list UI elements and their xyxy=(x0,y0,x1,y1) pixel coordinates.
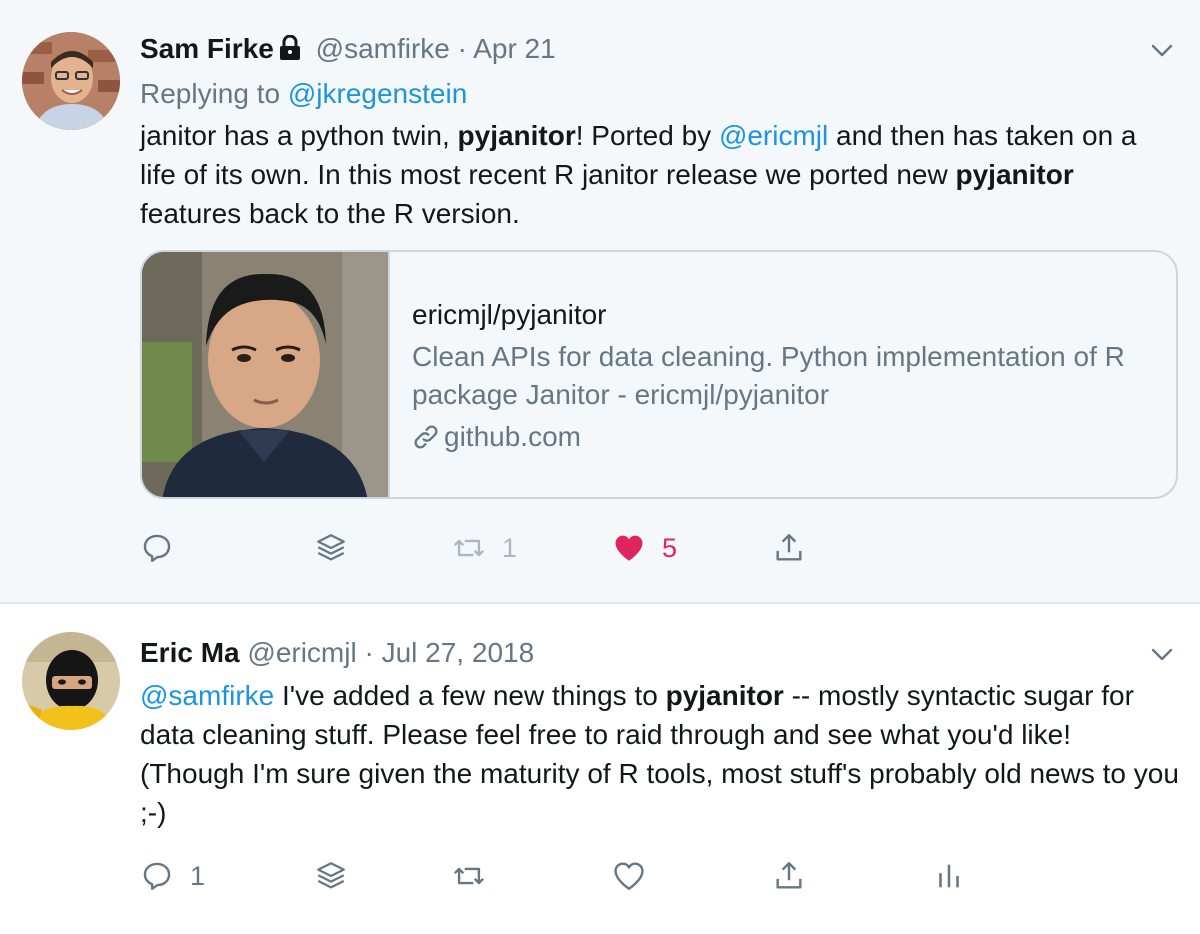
share-button[interactable] xyxy=(772,528,806,568)
lock-icon xyxy=(278,34,302,69)
retweet-button[interactable] xyxy=(452,856,502,896)
link-icon xyxy=(412,421,444,452)
tweet-actions: 1 5 xyxy=(140,528,1180,568)
reply-icon xyxy=(143,534,171,562)
like-button[interactable] xyxy=(612,856,662,896)
tweet-text: janitor has a python twin, pyjanitor! Po… xyxy=(140,116,1180,233)
author-handle[interactable]: @ericmjl xyxy=(247,637,356,668)
tweet-text: @samfirke I've added a few new things to… xyxy=(140,676,1180,832)
text-segment: I've added a few new things to xyxy=(274,680,666,711)
mention-link[interactable]: @ericmjl xyxy=(719,120,828,151)
like-button[interactable]: 5 xyxy=(612,528,677,568)
share-icon xyxy=(776,862,802,889)
separator-dot: · xyxy=(364,637,374,668)
heart-filled-icon xyxy=(615,535,643,561)
bold-text: pyjanitor xyxy=(665,680,784,711)
bold-text: pyjanitor xyxy=(955,159,1074,190)
share-button[interactable] xyxy=(772,856,806,896)
author-handle[interactable]: @samfirke xyxy=(316,33,450,64)
analytics-button[interactable] xyxy=(932,856,966,896)
retweet-count: 1 xyxy=(502,532,518,563)
bold-text: pyjanitor xyxy=(457,120,576,151)
tweet-date[interactable]: Jul 27, 2018 xyxy=(382,637,535,668)
mention-link[interactable]: @samfirke xyxy=(140,680,274,711)
card-image xyxy=(142,252,390,497)
card-domain: github.com xyxy=(412,418,581,456)
avatar-eric-ma[interactable] xyxy=(22,632,120,730)
card-domain-text: github.com xyxy=(444,421,581,452)
tweet-actions: 1 xyxy=(140,856,1180,896)
author-name[interactable]: Sam Firke xyxy=(140,33,274,64)
author-name[interactable]: Eric Ma xyxy=(140,637,240,668)
text-segment: ! Ported by xyxy=(575,120,719,151)
reply-button[interactable] xyxy=(140,528,190,568)
chevron-down-icon[interactable] xyxy=(1150,642,1174,666)
text-segment: features back to the R version. xyxy=(140,198,520,229)
layers-icon xyxy=(317,862,345,889)
thread-button[interactable] xyxy=(314,528,348,568)
heart-icon xyxy=(614,862,644,890)
replying-to: Replying to @jkregenstein xyxy=(140,77,467,111)
avatar-sam-firke[interactable] xyxy=(22,32,120,130)
link-card[interactable]: ericmjl/pyjanitor Clean APIs for data cl… xyxy=(140,250,1178,499)
retweet-icon xyxy=(453,539,485,557)
reply-button[interactable]: 1 xyxy=(140,856,205,896)
tweet-date[interactable]: Apr 21 xyxy=(473,33,556,64)
replying-to-link[interactable]: @jkregenstein xyxy=(288,78,467,109)
layers-icon xyxy=(317,534,345,561)
thread-button[interactable] xyxy=(314,856,348,896)
tweet-header: Sam Firke @samfirke · Apr 21 xyxy=(140,32,556,69)
separator-dot: · xyxy=(457,33,467,64)
replying-prefix: Replying to xyxy=(140,78,288,109)
reply-count: 1 xyxy=(190,860,206,891)
retweet-button[interactable]: 1 xyxy=(452,528,517,568)
text-segment: janitor has a python twin, xyxy=(140,120,458,151)
chevron-down-icon[interactable] xyxy=(1150,38,1174,62)
like-count: 5 xyxy=(662,532,678,563)
reply-icon xyxy=(143,862,171,890)
analytics-icon xyxy=(939,864,959,888)
share-icon xyxy=(776,534,802,561)
retweet-icon xyxy=(453,867,485,885)
card-title: ericmjl/pyjanitor xyxy=(412,299,607,330)
tweet-header: Eric Ma @ericmjl · Jul 27, 2018 xyxy=(140,636,534,670)
card-description: Clean APIs for data cleaning. Python imp… xyxy=(412,341,1125,410)
